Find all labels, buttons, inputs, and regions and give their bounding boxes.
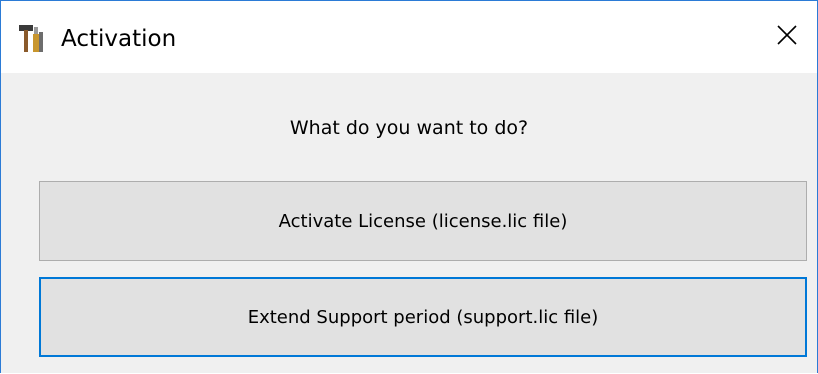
window-title: Activation xyxy=(61,26,177,52)
title-bar[interactable]: Activation xyxy=(1,1,817,73)
activation-window: Activation What do you want to do? Activ… xyxy=(0,0,818,373)
tools-icon xyxy=(17,23,45,55)
dialog-prompt: What do you want to do? xyxy=(289,117,529,139)
extend-support-button[interactable]: Extend Support period (support.lic file) xyxy=(39,277,807,357)
activate-license-button[interactable]: Activate License (license.lic file) xyxy=(39,181,807,261)
close-button[interactable] xyxy=(757,11,817,63)
close-icon xyxy=(776,24,798,50)
